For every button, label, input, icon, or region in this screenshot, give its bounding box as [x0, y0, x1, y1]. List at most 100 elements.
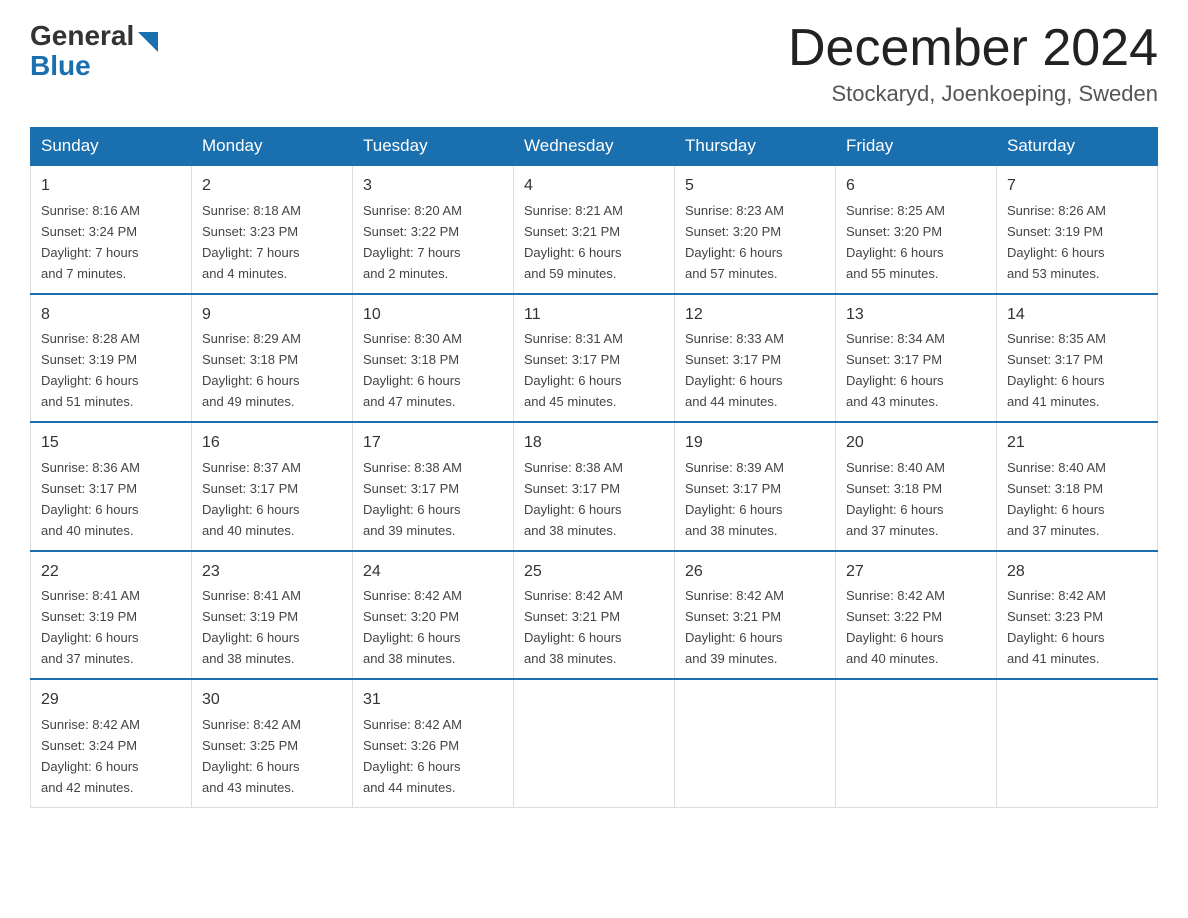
day-info: Sunrise: 8:42 AM Sunset: 3:23 PM Dayligh…	[1007, 588, 1106, 666]
day-info: Sunrise: 8:30 AM Sunset: 3:18 PM Dayligh…	[363, 331, 462, 409]
calendar-day-16: 16 Sunrise: 8:37 AM Sunset: 3:17 PM Dayli…	[192, 422, 353, 550]
day-number: 13	[846, 303, 986, 328]
day-info: Sunrise: 8:34 AM Sunset: 3:17 PM Dayligh…	[846, 331, 945, 409]
day-header-sunday: Sunday	[31, 128, 192, 166]
calendar-day-empty	[675, 679, 836, 807]
day-number: 20	[846, 431, 986, 456]
day-info: Sunrise: 8:18 AM Sunset: 3:23 PM Dayligh…	[202, 203, 301, 281]
calendar-day-17: 17Sunrise: 8:38 AM Sunset: 3:17 PM Dayli…	[353, 422, 514, 550]
day-info: Sunrise: 8:23 AM Sunset: 3:20 PM Dayligh…	[685, 203, 784, 281]
day-header-tuesday: Tuesday	[353, 128, 514, 166]
day-number: 10	[363, 303, 503, 328]
day-number: 5	[685, 174, 825, 199]
calendar-day-29: 29 Sunrise: 8:42 AM Sunset: 3:24 PM Dayli…	[31, 679, 192, 807]
day-number: 4	[524, 174, 664, 199]
day-info: Sunrise: 8:31 AM Sunset: 3:17 PM Dayligh…	[524, 331, 623, 409]
day-info: Sunrise: 8:42 AM Sunset: 3:26 PM Dayligh…	[363, 717, 462, 795]
calendar-day-empty	[836, 679, 997, 807]
calendar-day-7: 7Sunrise: 8:26 AM Sunset: 3:19 PM Daylig…	[997, 165, 1158, 293]
day-info: Sunrise: 8:41 AM Sunset: 3:19 PM Dayligh…	[202, 588, 301, 666]
day-header-saturday: Saturday	[997, 128, 1158, 166]
day-number: 9	[202, 303, 342, 328]
calendar-day-2: 2Sunrise: 8:18 AM Sunset: 3:23 PM Daylig…	[192, 165, 353, 293]
day-info: Sunrise: 8:26 AM Sunset: 3:19 PM Dayligh…	[1007, 203, 1106, 281]
calendar-week-row: 1Sunrise: 8:16 AM Sunset: 3:24 PM Daylig…	[31, 165, 1158, 293]
day-info: Sunrise: 8:21 AM Sunset: 3:21 PM Dayligh…	[524, 203, 623, 281]
day-number: 26	[685, 560, 825, 585]
day-info: Sunrise: 8:35 AM Sunset: 3:17 PM Dayligh…	[1007, 331, 1106, 409]
calendar-day-8: 8Sunrise: 8:28 AM Sunset: 3:19 PM Daylig…	[31, 294, 192, 422]
day-number: 15	[41, 431, 181, 456]
day-number: 27	[846, 560, 986, 585]
calendar-day-empty	[514, 679, 675, 807]
calendar-day-5: 5 Sunrise: 8:23 AM Sunset: 3:20 PM Daylig…	[675, 165, 836, 293]
calendar-header-row: SundayMondayTuesdayWednesdayThursdayFrid…	[31, 128, 1158, 166]
day-info: Sunrise: 8:39 AM Sunset: 3:17 PM Dayligh…	[685, 460, 784, 538]
day-number: 11	[524, 303, 664, 328]
page-header: General Blue December 2024 Stockaryd, Jo…	[30, 20, 1158, 107]
day-info: Sunrise: 8:40 AM Sunset: 3:18 PM Dayligh…	[846, 460, 945, 538]
calendar-day-empty	[997, 679, 1158, 807]
day-number: 28	[1007, 560, 1147, 585]
calendar-day-18: 18 Sunrise: 8:38 AM Sunset: 3:17 PM Dayli…	[514, 422, 675, 550]
calendar-day-1: 1Sunrise: 8:16 AM Sunset: 3:24 PM Daylig…	[31, 165, 192, 293]
calendar-day-10: 10 Sunrise: 8:30 AM Sunset: 3:18 PM Dayli…	[353, 294, 514, 422]
day-header-monday: Monday	[192, 128, 353, 166]
day-info: Sunrise: 8:38 AM Sunset: 3:17 PM Dayligh…	[363, 460, 462, 538]
day-info: Sunrise: 8:42 AM Sunset: 3:25 PM Dayligh…	[202, 717, 301, 795]
day-info: Sunrise: 8:42 AM Sunset: 3:21 PM Dayligh…	[524, 588, 623, 666]
logo-blue-text: Blue	[30, 52, 91, 80]
day-number: 25	[524, 560, 664, 585]
calendar-week-row: 22Sunrise: 8:41 AM Sunset: 3:19 PM Dayli…	[31, 551, 1158, 679]
day-number: 18	[524, 431, 664, 456]
calendar-day-25: 25 Sunrise: 8:42 AM Sunset: 3:21 PM Dayli…	[514, 551, 675, 679]
calendar-day-15: 15 Sunrise: 8:36 AM Sunset: 3:17 PM Dayli…	[31, 422, 192, 550]
day-info: Sunrise: 8:42 AM Sunset: 3:21 PM Dayligh…	[685, 588, 784, 666]
calendar-day-20: 20 Sunrise: 8:40 AM Sunset: 3:18 PM Dayli…	[836, 422, 997, 550]
day-header-friday: Friday	[836, 128, 997, 166]
day-number: 14	[1007, 303, 1147, 328]
day-number: 24	[363, 560, 503, 585]
day-info: Sunrise: 8:42 AM Sunset: 3:24 PM Dayligh…	[41, 717, 140, 795]
day-info: Sunrise: 8:40 AM Sunset: 3:18 PM Dayligh…	[1007, 460, 1106, 538]
logo-triangle-icon	[138, 32, 158, 52]
day-number: 6	[846, 174, 986, 199]
day-info: Sunrise: 8:41 AM Sunset: 3:19 PM Dayligh…	[41, 588, 140, 666]
logo-general-text: General	[30, 20, 134, 52]
day-info: Sunrise: 8:42 AM Sunset: 3:22 PM Dayligh…	[846, 588, 945, 666]
calendar-table: SundayMondayTuesdayWednesdayThursdayFrid…	[30, 127, 1158, 807]
day-info: Sunrise: 8:20 AM Sunset: 3:22 PM Dayligh…	[363, 203, 462, 281]
day-header-wednesday: Wednesday	[514, 128, 675, 166]
location-title: Stockaryd, Joenkoeping, Sweden	[788, 81, 1158, 107]
day-number: 21	[1007, 431, 1147, 456]
day-number: 19	[685, 431, 825, 456]
calendar-day-27: 27 Sunrise: 8:42 AM Sunset: 3:22 PM Dayli…	[836, 551, 997, 679]
calendar-day-9: 9 Sunrise: 8:29 AM Sunset: 3:18 PM Daylig…	[192, 294, 353, 422]
day-number: 31	[363, 688, 503, 713]
day-info: Sunrise: 8:38 AM Sunset: 3:17 PM Dayligh…	[524, 460, 623, 538]
day-number: 23	[202, 560, 342, 585]
calendar-day-23: 23 Sunrise: 8:41 AM Sunset: 3:19 PM Dayli…	[192, 551, 353, 679]
day-number: 16	[202, 431, 342, 456]
calendar-day-22: 22Sunrise: 8:41 AM Sunset: 3:19 PM Dayli…	[31, 551, 192, 679]
calendar-day-21: 21 Sunrise: 8:40 AM Sunset: 3:18 PM Dayli…	[997, 422, 1158, 550]
day-info: Sunrise: 8:36 AM Sunset: 3:17 PM Dayligh…	[41, 460, 140, 538]
day-number: 29	[41, 688, 181, 713]
calendar-week-row: 29 Sunrise: 8:42 AM Sunset: 3:24 PM Dayli…	[31, 679, 1158, 807]
day-info: Sunrise: 8:16 AM Sunset: 3:24 PM Dayligh…	[41, 203, 140, 281]
calendar-week-row: 8Sunrise: 8:28 AM Sunset: 3:19 PM Daylig…	[31, 294, 1158, 422]
day-info: Sunrise: 8:29 AM Sunset: 3:18 PM Dayligh…	[202, 331, 301, 409]
day-number: 30	[202, 688, 342, 713]
calendar-day-6: 6Sunrise: 8:25 AM Sunset: 3:20 PM Daylig…	[836, 165, 997, 293]
title-block: December 2024 Stockaryd, Joenkoeping, Sw…	[788, 20, 1158, 107]
month-title: December 2024	[788, 20, 1158, 77]
day-info: Sunrise: 8:28 AM Sunset: 3:19 PM Dayligh…	[41, 331, 140, 409]
day-header-thursday: Thursday	[675, 128, 836, 166]
calendar-week-row: 15 Sunrise: 8:36 AM Sunset: 3:17 PM Dayli…	[31, 422, 1158, 550]
calendar-day-30: 30 Sunrise: 8:42 AM Sunset: 3:25 PM Dayli…	[192, 679, 353, 807]
day-info: Sunrise: 8:37 AM Sunset: 3:17 PM Dayligh…	[202, 460, 301, 538]
calendar-day-13: 13 Sunrise: 8:34 AM Sunset: 3:17 PM Dayli…	[836, 294, 997, 422]
calendar-day-19: 19 Sunrise: 8:39 AM Sunset: 3:17 PM Dayli…	[675, 422, 836, 550]
calendar-day-31: 31 Sunrise: 8:42 AM Sunset: 3:26 PM Dayli…	[353, 679, 514, 807]
calendar-day-11: 11 Sunrise: 8:31 AM Sunset: 3:17 PM Dayli…	[514, 294, 675, 422]
